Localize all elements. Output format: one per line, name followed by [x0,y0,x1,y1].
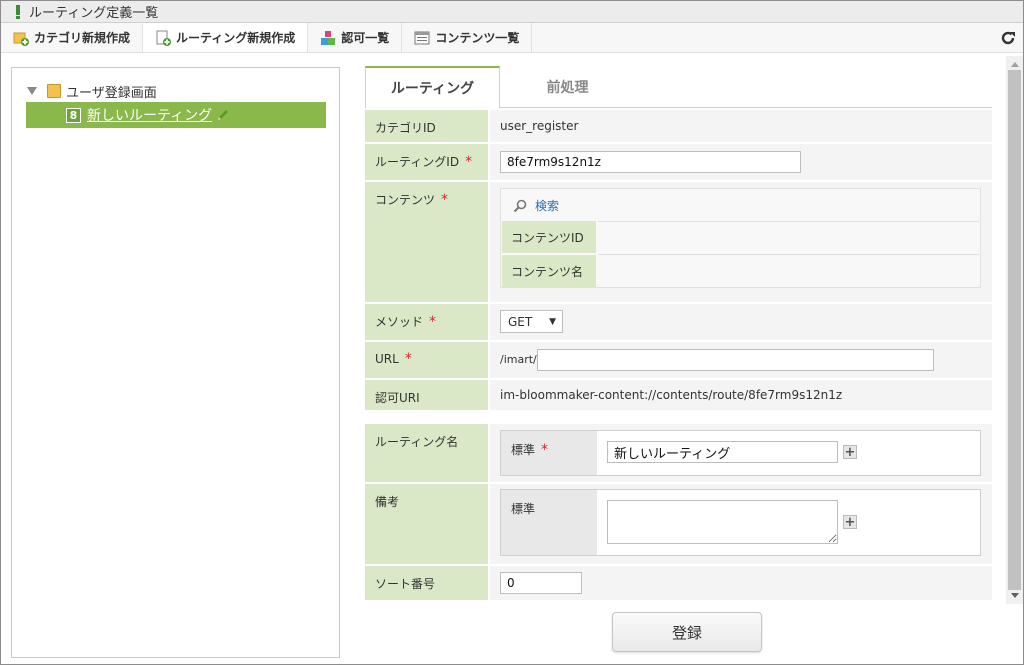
remarks-label: 備考 [365,484,488,564]
routing-create-label: ルーティング新規作成 [176,31,296,45]
url-input[interactable] [537,349,934,371]
tree-root-label: ユーザ登録画面 [66,85,157,101]
register-button[interactable]: 登録 [612,612,762,652]
tree-item-selected[interactable]: 8 新しいルーティング [26,102,326,128]
main-content: ルーティング 前処理 カテゴリID user_register ルーティングID… [365,56,1010,664]
row-method: メソッド * GET ▼ [365,304,992,340]
auth-uri-value: im-bloommaker-content://contents/route/8… [500,388,843,402]
routing-id-label: ルーティングID * [365,144,488,180]
content-name-label: コンテンツ名 [502,255,596,287]
sort-no-input[interactable] [500,572,582,594]
routing-id-input[interactable] [500,151,801,173]
expand-triangle-icon[interactable] [27,87,37,95]
authorization-list-button[interactable]: 認可一覧 [308,23,403,52]
tab-bar: ルーティング 前処理 [365,66,992,109]
sort-no-label: ソート番号 [365,566,488,600]
search-icon [513,199,527,212]
folder-icon [47,84,61,98]
required-mark: * [404,351,412,367]
contents-label: コンテンツ * [365,182,488,302]
refresh-icon[interactable] [993,23,1023,52]
tab-routing[interactable]: ルーティング [365,66,500,109]
row-contents: コンテンツ * 検索 コンテンツID コンテンツ名 [365,182,992,302]
pencil-icon [215,107,231,123]
page-title: ルーティング定義一覧 [29,6,159,21]
remarks-locale-label: 標準 [501,490,597,555]
authorization-list-label: 認可一覧 [341,31,390,45]
folder-add-icon [13,30,29,46]
category-create-label: カテゴリ新規作成 [34,31,131,45]
row-auth-uri: 認可URI im-bloommaker-content://contents/r… [365,380,992,410]
auth-uri-label: 認可URI [365,380,488,410]
vertical-scrollbar[interactable] [1006,56,1023,604]
method-select[interactable]: GET ▼ [500,310,563,333]
tree-item-label[interactable]: 新しいルーティング [87,105,212,125]
routing-name-label: ルーティング名 [365,424,488,482]
method-label: メソッド * [365,304,488,340]
document-add-icon [155,30,172,46]
scroll-thumb[interactable] [1008,70,1021,590]
title-mark-icon [16,4,20,19]
remarks-textarea[interactable] [607,500,838,544]
blocks-icon [320,30,336,46]
category-id-value: user_register [500,119,579,133]
add-locale-plus-icon[interactable]: + [843,445,857,459]
content-list-button[interactable]: コンテンツ一覧 [402,23,533,52]
required-mark: * [541,442,549,458]
list-window-icon [414,30,430,46]
tree-panel: ユーザ登録画面 8 新しいルーティング [11,67,340,658]
contents-search-link[interactable]: 検索 [513,197,559,214]
routing-name-locale-label: 標準 * [501,431,597,475]
routing-create-button[interactable]: ルーティング新規作成 [143,23,309,52]
tree-root-node[interactable]: ユーザ登録画面 [27,82,157,101]
row-category-id: カテゴリID user_register [365,110,992,142]
url-label: URL * [365,342,488,378]
required-mark: * [429,314,437,330]
category-id-label: カテゴリID [365,110,488,142]
row-routing-name: ルーティング名 標準* + [365,424,992,482]
dropdown-arrow-icon: ▼ [549,316,556,327]
row-sort-no: ソート番号 [365,566,992,600]
add-locale-plus-icon[interactable]: + [843,515,857,529]
required-mark: * [465,154,473,170]
toolbar: カテゴリ新規作成 ルーティング新規作成 認可一覧 コンテンツ一覧 [1,23,1023,53]
url-prefix: /imart/ [500,353,537,366]
content-list-label: コンテンツ一覧 [435,31,520,45]
required-mark: * [441,192,449,208]
row-routing-id: ルーティングID * [365,144,992,180]
tab-preprocess[interactable]: 前処理 [500,66,635,108]
category-create-button[interactable]: カテゴリ新規作成 [1,23,144,52]
contents-box: 検索 コンテンツID コンテンツ名 [500,188,981,288]
content-id-label: コンテンツID [502,221,596,253]
row-remarks: 備考 標準 + [365,484,992,564]
row-url: URL * /imart/ [365,342,992,378]
routing-badge-icon: 8 [66,107,81,123]
title-bar: ルーティング定義一覧 [1,1,1023,23]
routing-name-input[interactable] [607,441,838,463]
scroll-down-icon[interactable] [1006,587,1023,604]
